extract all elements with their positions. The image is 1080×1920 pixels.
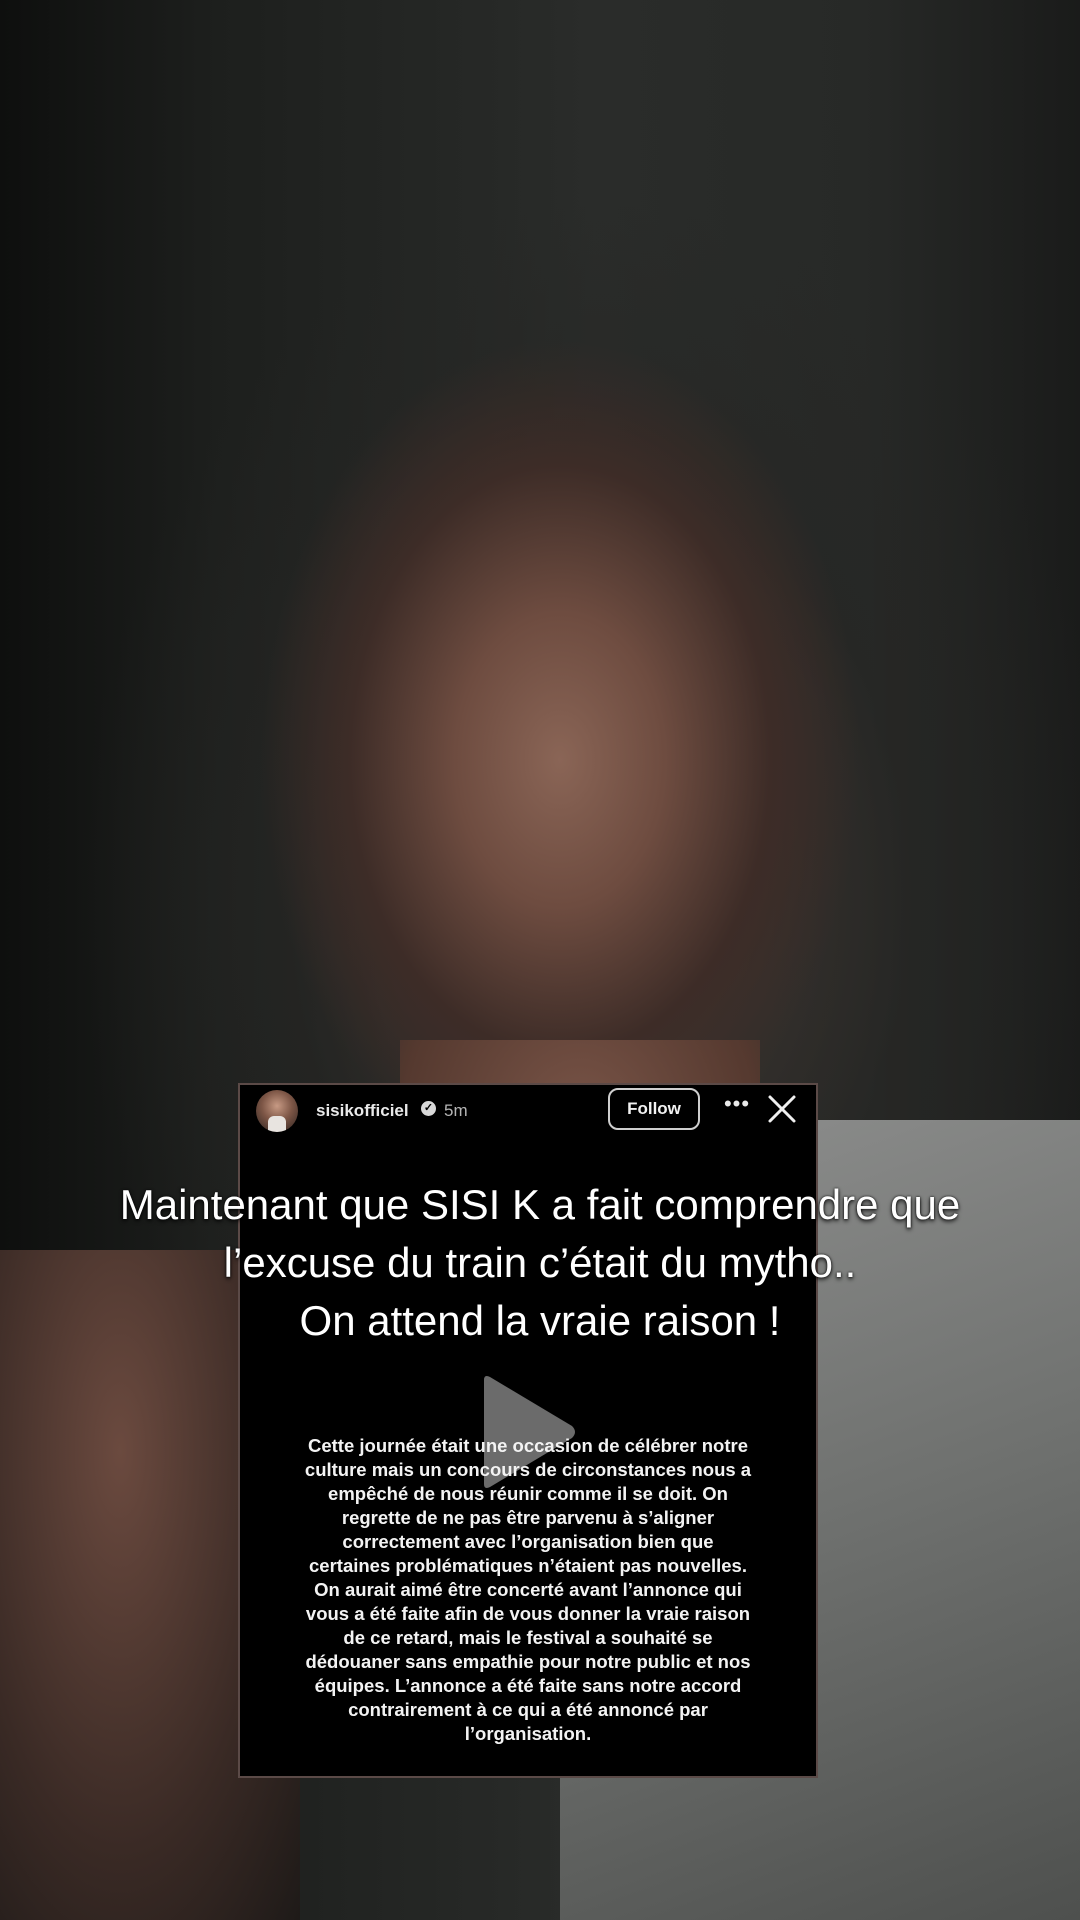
video-caption: Maintenant que SISI K a fait comprendre … [0, 1176, 1080, 1350]
caption-line: On attend la vraie raison ! [299, 1297, 781, 1344]
username[interactable]: sisikofficiel [316, 1101, 409, 1121]
verified-badge-icon: ✓ [421, 1101, 436, 1116]
story-statement-text: Cette journée était une occasion de célé… [304, 1435, 752, 1744]
more-options-icon[interactable]: ••• [722, 1091, 752, 1121]
follow-button[interactable]: Follow [608, 1088, 700, 1130]
story-time: 5m [444, 1101, 468, 1120]
caption-line: l’excuse du train c’était du mytho.. [223, 1239, 857, 1286]
story-header: sisikofficiel ✓ 5m Follow ••• [240, 1085, 816, 1139]
video-screen[interactable]: sisikofficiel ✓ 5m Follow ••• Cette jour… [0, 0, 1080, 1920]
avatar[interactable] [256, 1090, 298, 1132]
close-icon[interactable] [766, 1093, 798, 1125]
caption-line: Maintenant que SISI K a fait comprendre … [119, 1181, 961, 1228]
